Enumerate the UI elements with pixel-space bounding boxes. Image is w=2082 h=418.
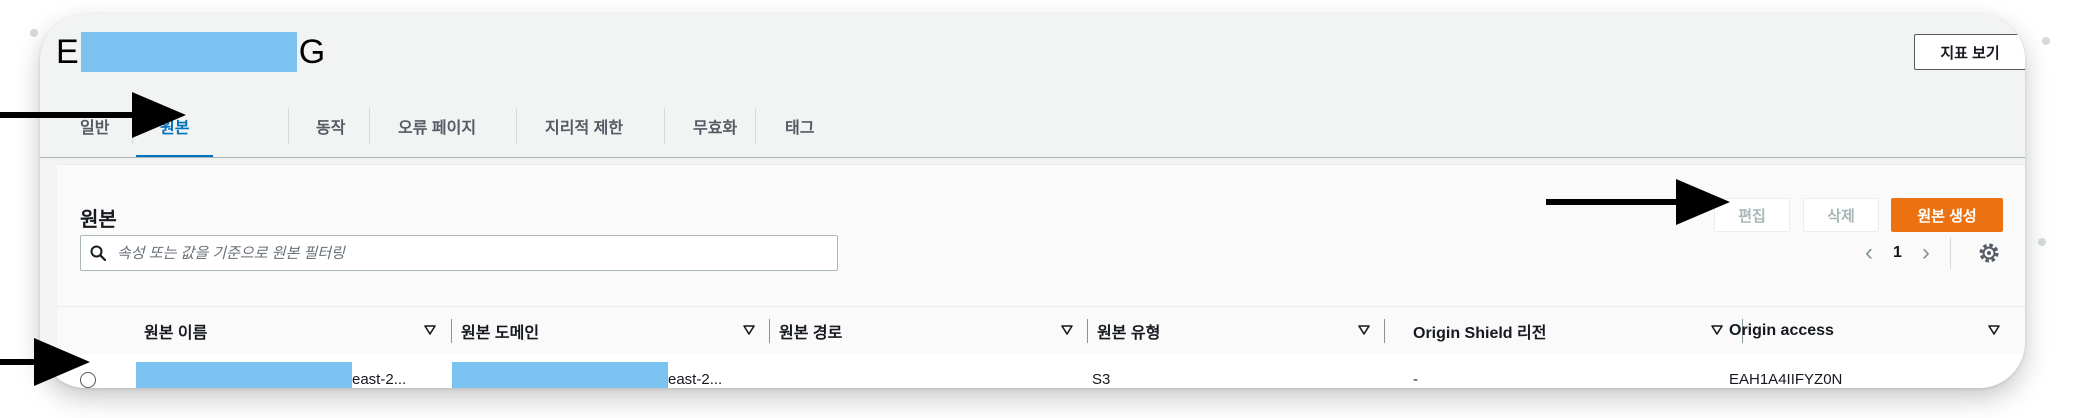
title-prefix: E [56,32,79,71]
chevron-right-icon[interactable]: › [1922,239,1930,267]
arrow-right-icon [0,338,90,386]
origin-domain-suffix: east-2... [668,370,723,388]
tab-divider [288,108,289,144]
pagination: ‹ 1 › [1865,239,1930,267]
gear-icon[interactable] [1977,241,2001,265]
page-title: E G [56,32,325,72]
title-suffix: G [298,32,326,71]
tab-divider [369,108,370,144]
tab-tags[interactable]: 태그 [785,94,814,158]
tab-error-pages[interactable]: 오류 페이지 [398,94,476,158]
arrow-right-icon [0,92,186,138]
column-divider[interactable] [451,319,452,343]
origin-shield-cell: - [1413,370,1418,388]
tab-bar: 일반 원본 동작 오류 페이지 지리적 제한 무효화 태그 [40,94,2025,158]
column-header-origin-type[interactable]: 원본 유형 [1097,307,1160,355]
column-header-origin-domain[interactable]: 원본 도메인 [461,307,539,355]
view-metrics-button[interactable]: 지표 보기 [1914,34,2025,70]
column-divider[interactable] [769,319,770,343]
decorative-dot [30,29,38,37]
column-header-origin-path[interactable]: 원본 경로 [779,307,842,355]
tab-divider [664,108,665,144]
table-header: 원본 이름 원본 도메인 원본 경로 원본 유형 Origin Shield 리… [57,306,2025,356]
sort-down-icon[interactable] [1987,323,2001,337]
tab-divider [755,108,756,144]
panel-title: 원본 [80,209,117,231]
decorative-dot [2038,238,2046,246]
table-row[interactable]: east-2... east-2... S3 - EAH1A4IIFYZ0N [57,354,2025,388]
arrow-right-icon [1546,179,1730,225]
origin-domain-cell: east-2... [452,354,722,388]
tab-divider [516,108,517,144]
redacted-title-block [80,32,297,72]
chevron-left-icon[interactable]: ‹ [1865,239,1873,267]
column-divider[interactable] [1087,319,1088,343]
origin-access-cell: EAH1A4IIFYZ0N [1729,370,1843,388]
column-header-origin-shield-region[interactable]: Origin Shield 리전 [1413,307,1546,355]
decorative-dot [2042,37,2050,45]
origin-filter [80,235,838,271]
search-icon [81,245,115,261]
page-number[interactable]: 1 [1893,244,1902,262]
pager-divider [1950,237,1951,269]
sort-down-icon[interactable] [1060,323,1074,337]
sort-down-icon[interactable] [423,323,437,337]
tab-behaviors[interactable]: 동작 [316,94,345,158]
tab-geo-restriction[interactable]: 지리적 제한 [545,94,623,158]
sort-down-icon[interactable] [1710,323,1724,337]
create-origin-button[interactable]: 원본 생성 [1891,198,2003,232]
sort-down-icon[interactable] [1357,323,1371,337]
redacted-block [136,362,352,388]
column-header-origin-access[interactable]: Origin access [1729,307,1834,355]
sort-down-icon[interactable] [742,323,756,337]
origin-name-suffix: east-2... [352,370,407,388]
tab-underline [40,157,2025,158]
column-header-origin-name[interactable]: 원본 이름 [144,307,207,355]
column-divider[interactable] [1384,319,1385,343]
search-input[interactable] [115,243,837,263]
delete-button[interactable]: 삭제 [1803,198,1879,232]
redacted-block [452,362,668,388]
tab-invalidations[interactable]: 무효화 [693,94,737,158]
origin-type-cell: S3 [1092,370,1111,388]
origin-name-cell: east-2... [136,354,406,388]
